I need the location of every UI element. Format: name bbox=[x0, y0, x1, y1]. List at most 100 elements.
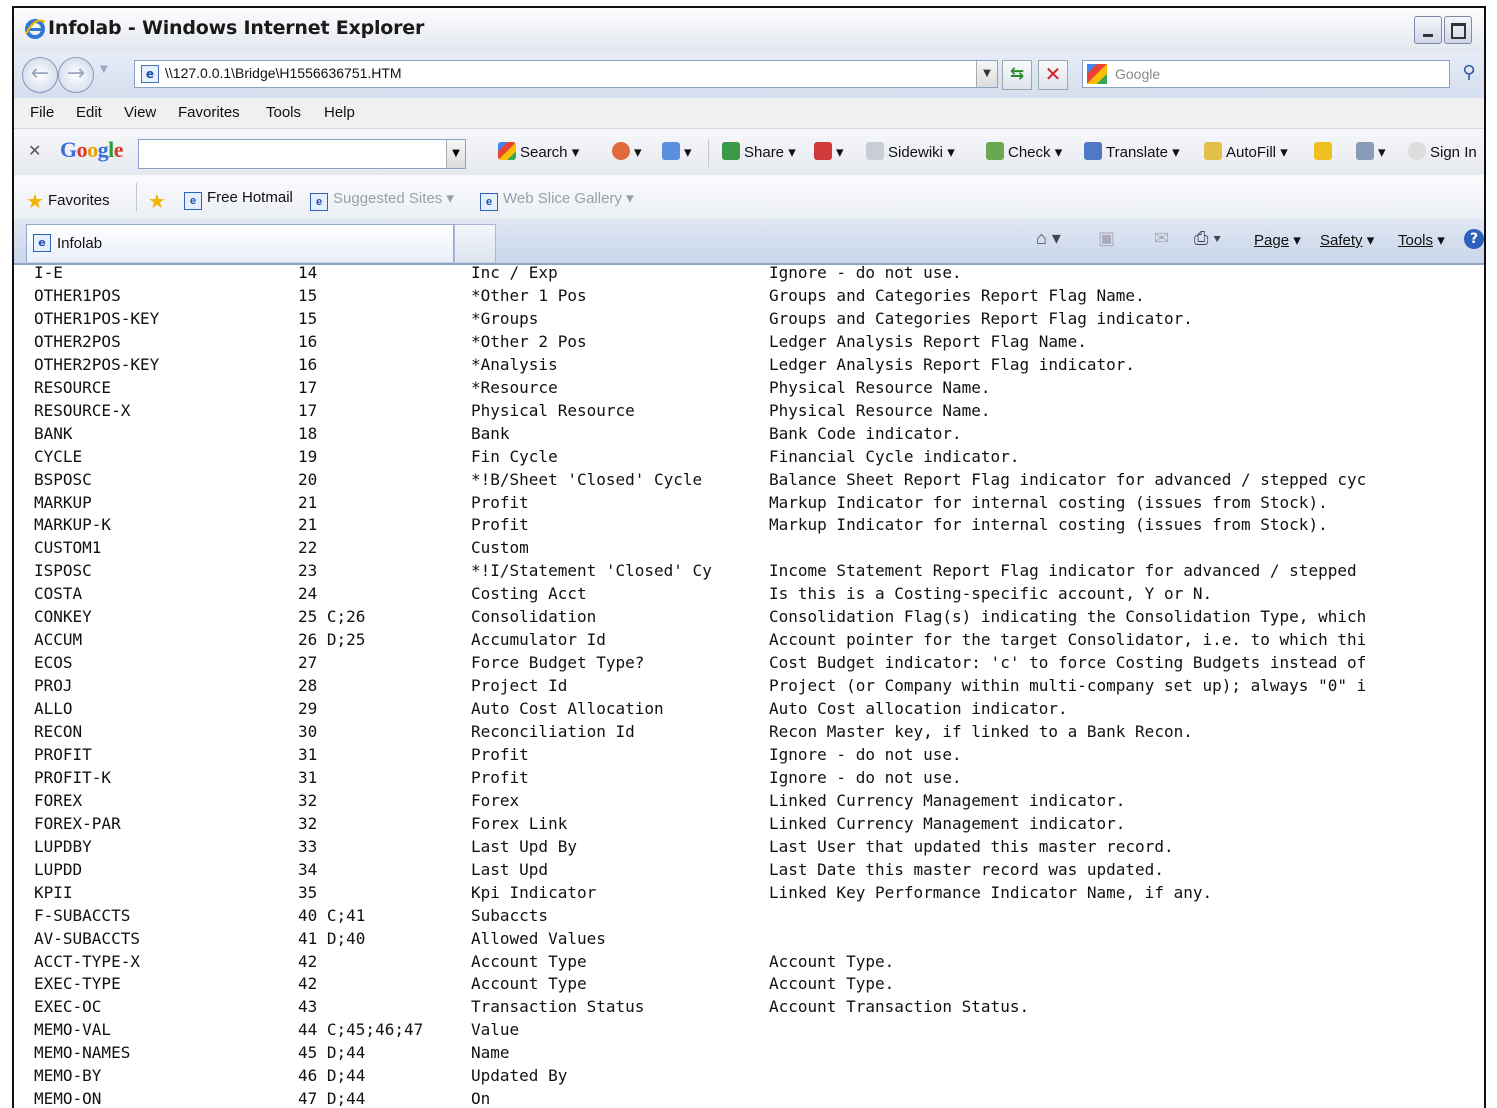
field-label: Reconciliation Id bbox=[471, 722, 635, 741]
browser-window: Infolab - Windows Internet Explorer ← → … bbox=[12, 6, 1486, 1108]
check-button[interactable]: Check ▾ bbox=[986, 142, 1062, 161]
field-description: Project (or Company within multi-company… bbox=[769, 676, 1367, 696]
favorite-web-slice-gallery[interactable]: e Web Slice Gallery ▾ bbox=[480, 189, 634, 211]
field-label: Profit bbox=[471, 744, 529, 764]
refresh-button[interactable]: ⇆ bbox=[1002, 60, 1032, 90]
field-name: MEMO-ON bbox=[34, 1089, 102, 1108]
google-search-input[interactable]: ▼ bbox=[138, 139, 466, 169]
blocker-button[interactable]: ▾ bbox=[814, 142, 844, 161]
field-label: Physical Resource bbox=[471, 400, 635, 420]
address-dropdown-icon[interactable]: ▼ bbox=[976, 61, 997, 87]
search-placeholder[interactable]: Google bbox=[1115, 66, 1160, 82]
plus-button[interactable]: ▾ bbox=[662, 142, 692, 161]
menu-file[interactable]: File bbox=[30, 104, 54, 121]
menu-tools[interactable]: Tools bbox=[266, 104, 301, 121]
google-logo[interactable]: Google bbox=[60, 137, 124, 163]
menu-edit[interactable]: Edit bbox=[76, 104, 102, 121]
forward-button[interactable]: → bbox=[58, 57, 94, 93]
page-icon: e bbox=[141, 65, 159, 83]
bookmarks-button[interactable]: ▾ bbox=[612, 142, 642, 161]
safety-menu-button[interactable]: Safety ▾ bbox=[1320, 231, 1374, 249]
settings-button[interactable]: ▾ bbox=[1356, 142, 1386, 161]
sidewiki-button[interactable]: Sidewiki ▾ bbox=[866, 142, 955, 161]
minimize-button[interactable] bbox=[1414, 16, 1442, 44]
help-icon[interactable]: ? bbox=[1464, 229, 1484, 249]
field-label: *Groups bbox=[471, 308, 539, 328]
field-label: Updated By bbox=[471, 1066, 568, 1086]
back-button[interactable]: ← bbox=[22, 57, 58, 93]
maximize-button[interactable] bbox=[1444, 16, 1472, 44]
table-row: MEMO-BY 46 D;44 Updated By bbox=[14, 1066, 1484, 1089]
field-name: ACCUM bbox=[34, 630, 83, 650]
google-search-button[interactable]: Search ▾ bbox=[498, 142, 579, 161]
favorites-button[interactable]: ★ Favorites bbox=[26, 189, 110, 214]
address-bar[interactable]: e \\127.0.0.1\Bridge\H1556636751.HTM ▼ bbox=[134, 60, 998, 88]
field-label: Forex bbox=[471, 790, 520, 810]
google-toolbar: ✕ Google ▼ Search ▾ ▾ ▾ Share ▾ ▾ Sidewi… bbox=[14, 129, 1484, 176]
field-number: 32 bbox=[298, 790, 318, 810]
menu-help[interactable]: Help bbox=[324, 104, 355, 121]
close-toolbar-icon[interactable]: ✕ bbox=[28, 141, 41, 160]
share-button[interactable]: Share ▾ bbox=[722, 142, 796, 161]
table-row: ACCUM 26 D;25 Accumulator Id Account pointe… bbox=[14, 630, 1484, 653]
autofill-button[interactable]: AutoFill ▾ bbox=[1204, 142, 1288, 161]
field-name: CONKEY bbox=[34, 607, 92, 627]
table-row: RESOURCE 17 *Resource Physical Resource Nam… bbox=[14, 378, 1484, 401]
title-bar: Infolab - Windows Internet Explorer bbox=[14, 8, 1484, 52]
field-number: 23 bbox=[298, 561, 318, 581]
print-icon[interactable]: ⎙ ▾ bbox=[1194, 228, 1221, 249]
table-row: MEMO-VAL 44 C;45;46;47 Value bbox=[14, 1020, 1484, 1043]
field-name: ACCT-TYPE-X bbox=[34, 951, 140, 971]
field-name: KPII bbox=[34, 882, 73, 902]
menu-favorites[interactable]: Favorites bbox=[178, 104, 240, 121]
mail-icon[interactable]: ✉ bbox=[1154, 228, 1169, 249]
home-icon[interactable]: ⌂ ▾ bbox=[1036, 228, 1061, 249]
stop-button[interactable]: ✕ bbox=[1038, 60, 1068, 90]
field-number: 47 D;44 bbox=[298, 1089, 366, 1108]
new-tab-button[interactable] bbox=[454, 224, 496, 262]
field-name: CYCLE bbox=[34, 446, 83, 466]
chevron-down-icon[interactable]: ▼ bbox=[446, 140, 465, 168]
field-name: ECOS bbox=[34, 653, 73, 673]
field-name: ISPOSC bbox=[34, 561, 92, 581]
history-dropdown-icon[interactable]: ▼ bbox=[100, 64, 108, 75]
field-description: Auto Cost allocation indicator. bbox=[769, 699, 1068, 719]
search-icon[interactable]: ⚲ bbox=[1458, 62, 1480, 84]
table-row: BANK 18 Bank Bank Code indicator. bbox=[14, 424, 1484, 447]
address-url[interactable]: \\127.0.0.1\Bridge\H1556636751.HTM bbox=[165, 65, 402, 81]
spellcheck-icon bbox=[986, 142, 1004, 160]
field-description: Account Type. bbox=[769, 951, 895, 971]
feeds-icon[interactable]: ▣ bbox=[1098, 228, 1115, 249]
field-number: 18 bbox=[298, 423, 318, 443]
field-name: ALLO bbox=[34, 699, 73, 719]
menu-view[interactable]: View bbox=[124, 104, 156, 121]
tab-bar: e Infolab ⌂ ▾ ▣ ✉ ⎙ ▾ Page ▾ Safety ▾ To… bbox=[14, 219, 1484, 265]
field-number: 16 bbox=[298, 331, 318, 351]
field-label: Profit bbox=[471, 492, 529, 512]
favorite-suggested-sites[interactable]: e Suggested Sites ▾ bbox=[310, 189, 454, 211]
field-description: Linked Key Performance Indicator Name, i… bbox=[769, 882, 1213, 902]
field-label: Custom bbox=[471, 538, 529, 558]
tools-menu-button[interactable]: Tools ▾ bbox=[1398, 231, 1445, 249]
address-row: ← → ▼ e \\127.0.0.1\Bridge\H1556636751.H… bbox=[14, 52, 1484, 98]
field-label: Account Type bbox=[471, 951, 587, 971]
sign-in-button[interactable]: Sign In bbox=[1408, 142, 1477, 161]
favorite-free-hotmail[interactable]: e Free Hotmail bbox=[184, 189, 293, 210]
field-label: Fin Cycle bbox=[471, 446, 558, 466]
table-row: EXEC-TYPE 42 Account Type Account Type. bbox=[14, 974, 1484, 997]
tab-infolab[interactable]: e Infolab bbox=[26, 224, 454, 262]
translate-button[interactable]: Translate ▾ bbox=[1084, 142, 1180, 161]
field-description: Balance Sheet Report Flag indicator for … bbox=[769, 469, 1367, 489]
field-number: 24 bbox=[298, 584, 318, 604]
field-name: LUPDBY bbox=[34, 836, 92, 856]
highlight-button[interactable] bbox=[1314, 142, 1336, 161]
add-favorite-button[interactable]: ★ bbox=[148, 189, 170, 214]
field-label: *!B/Sheet 'Closed' Cycle bbox=[471, 469, 703, 489]
page-menu-button[interactable]: Page ▾ bbox=[1254, 231, 1301, 249]
field-label: Allowed Values bbox=[471, 928, 606, 948]
search-box[interactable]: Google bbox=[1082, 60, 1450, 88]
field-label: Consolidation bbox=[471, 607, 597, 627]
field-description: Groups and Categories Report Flag Name. bbox=[769, 285, 1145, 305]
field-description: Groups and Categories Report Flag indica… bbox=[769, 308, 1193, 328]
field-number: 40 C;41 bbox=[298, 905, 366, 925]
